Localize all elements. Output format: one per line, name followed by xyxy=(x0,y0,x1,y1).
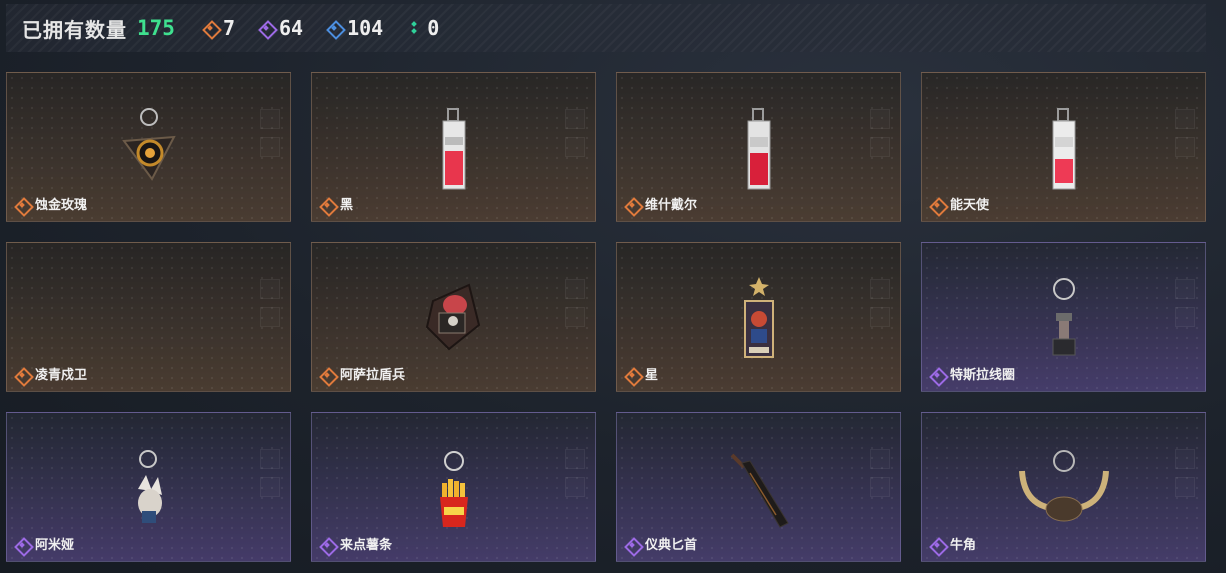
card-name: 阿米娅 xyxy=(35,538,75,553)
card-name: 凌青戍卫 xyxy=(35,368,88,383)
purple-diamond-icon xyxy=(930,368,944,382)
orange-diamond-icon xyxy=(15,368,29,382)
purple-diamond-icon xyxy=(259,21,273,35)
stat-purple: 64 xyxy=(259,16,303,40)
charm-card[interactable]: 牛角 xyxy=(921,412,1206,562)
charm-card[interactable]: 星 xyxy=(616,242,901,392)
orange-diamond-icon xyxy=(320,198,334,212)
card-name: 蚀金玫瑰 xyxy=(35,198,88,213)
card-name: 特斯拉线圈 xyxy=(950,368,1016,383)
tesla-coil-charm-icon xyxy=(1044,275,1084,366)
card-name: 来点薯条 xyxy=(340,538,393,553)
rose-pendant-icon xyxy=(114,107,184,192)
inventory-header: 已拥有数量 175 7 64 104 0 xyxy=(6,4,1206,52)
stat-value: 7 xyxy=(222,16,235,40)
fries-charm-icon xyxy=(434,447,474,536)
card-name: 阿萨拉盾兵 xyxy=(340,368,406,383)
stat-value: 64 xyxy=(278,16,304,40)
charm-card[interactable]: 凌青戍卫 xyxy=(6,242,291,392)
purple-diamond-icon xyxy=(15,538,29,552)
orange-diamond-icon xyxy=(15,198,29,212)
orange-diamond-icon xyxy=(203,21,217,35)
card-name: 仪典匕首 xyxy=(645,538,698,553)
stat-value: 0 xyxy=(427,16,440,40)
charm-card[interactable]: 蚀金玫瑰 xyxy=(6,72,291,222)
charm-card[interactable]: 黑 xyxy=(311,72,596,222)
card-name: 维什戴尔 xyxy=(645,198,698,213)
amiya-charm-icon xyxy=(124,445,174,536)
stat-blue: 104 xyxy=(327,16,383,40)
tag-charm-icon xyxy=(1049,107,1079,198)
charm-card[interactable]: 来点薯条 xyxy=(311,412,596,562)
charm-card[interactable]: 维什戴尔 xyxy=(616,72,901,222)
owned-count: 175 xyxy=(137,16,175,40)
orange-diamond-icon xyxy=(320,368,334,382)
stat-orange: 7 xyxy=(203,16,235,40)
bull-horn-charm-icon xyxy=(1014,445,1114,534)
charm-card[interactable]: 特斯拉线圈 xyxy=(921,242,1206,392)
purple-diamond-icon xyxy=(930,538,944,552)
blue-diamond-icon xyxy=(327,21,341,35)
green-dots-icon xyxy=(407,21,421,35)
card-name: 黑 xyxy=(340,198,354,213)
charm-card[interactable]: 阿米娅 xyxy=(6,412,291,562)
charm-card[interactable]: 能天使 xyxy=(921,72,1206,222)
purple-diamond-icon xyxy=(625,538,639,552)
orange-diamond-icon xyxy=(625,368,639,382)
card-name: 星 xyxy=(645,368,659,383)
tag-charm-icon xyxy=(744,107,774,198)
orange-diamond-icon xyxy=(930,198,944,212)
card-name: 能天使 xyxy=(950,198,990,213)
stat-green: 0 xyxy=(407,16,439,40)
purple-diamond-icon xyxy=(320,538,334,552)
dagger-charm-icon xyxy=(724,449,794,534)
shield-soldier-charm-icon xyxy=(419,275,489,360)
star-card-charm-icon xyxy=(739,275,779,366)
card-name: 牛角 xyxy=(950,538,977,553)
tag-charm-icon xyxy=(439,107,469,198)
charm-card[interactable]: 阿萨拉盾兵 xyxy=(311,242,596,392)
orange-diamond-icon xyxy=(625,198,639,212)
stat-value: 104 xyxy=(347,16,384,40)
charm-card[interactable]: 仪典匕首 xyxy=(616,412,901,562)
owned-label: 已拥有数量 xyxy=(22,17,127,42)
